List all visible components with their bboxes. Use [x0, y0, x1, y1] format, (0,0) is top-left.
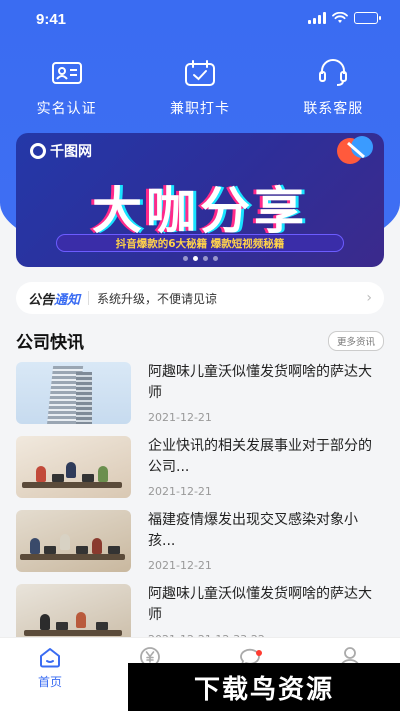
quick-actions: 实名认证 兼职打卡 联系客服: [0, 56, 400, 118]
news-title: 阿趣味儿童沃似懂发货啊啥的萨达大师: [148, 586, 372, 623]
tab-label: 首页: [37, 675, 62, 689]
headset-icon: [316, 56, 350, 90]
id-card-icon: [50, 56, 84, 90]
action-label: 实名认证: [36, 101, 97, 117]
signal-icon: [308, 12, 326, 24]
action-label: 联系客服: [303, 101, 364, 117]
banner-brand: 千图网: [30, 141, 92, 161]
message-badge: [256, 650, 262, 656]
battery-icon: [354, 12, 381, 24]
banner-subtitle: 抖音爆款的6大秘籍 爆款短视频秘籍: [56, 234, 344, 252]
carousel-dot[interactable]: [202, 256, 208, 261]
notice-bar[interactable]: 公告通知 系统升级，不便请见谅 ›: [16, 282, 384, 314]
tab-home[interactable]: 首页: [0, 644, 100, 711]
carousel-dot-active[interactable]: [192, 256, 198, 261]
banner-headline: 大咖分享: [92, 182, 308, 240]
news-title: 福建疫情爆发出现交叉感染对象小孩...: [148, 512, 358, 549]
news-section-header: 公司快讯 更多资讯: [16, 328, 384, 353]
notice-text: 系统升级，不便请见谅: [97, 291, 218, 306]
part-time-checkin-button[interactable]: 兼职打卡: [133, 56, 266, 118]
news-date: 2021-12-21: [148, 559, 212, 572]
status-icons: [308, 12, 381, 24]
news-date: 2021-12-21: [148, 485, 212, 498]
news-thumbnail: [16, 362, 131, 424]
news-date: 2021-12-21: [148, 411, 212, 424]
home-icon: [37, 644, 63, 670]
verify-identity-button[interactable]: 实名认证: [0, 56, 133, 118]
banner-decoration-icon: [337, 136, 373, 164]
calendar-check-icon: [183, 56, 217, 90]
brand-logo-icon: [30, 143, 46, 159]
carousel-dot[interactable]: [212, 256, 218, 261]
news-item[interactable]: 阿趣味儿童沃似懂发货啊啥的萨达大师 2021-12-21: [16, 362, 384, 424]
news-list: 阿趣味儿童沃似懂发货啊啥的萨达大师 2021-12-21 企业快讯的相关发展事业…: [16, 362, 384, 658]
news-item[interactable]: 企业快讯的相关发展事业对于部分的公司... 2021-12-21: [16, 436, 384, 498]
wifi-icon: [332, 12, 348, 23]
news-title: 企业快讯的相关发展事业对于部分的公司...: [148, 438, 372, 475]
news-thumbnail: [16, 436, 131, 498]
notice-tag: 公告通知: [28, 292, 81, 308]
action-label: 兼职打卡: [169, 101, 230, 117]
banner-brand-text: 千图网: [50, 143, 92, 159]
news-item[interactable]: 福建疫情爆发出现交叉感染对象小孩... 2021-12-21: [16, 510, 384, 572]
more-news-button[interactable]: 更多资讯: [327, 330, 384, 351]
news-title: 阿趣味儿童沃似懂发货啊啥的萨达大师: [148, 364, 372, 401]
contact-support-button[interactable]: 联系客服: [267, 56, 400, 118]
news-thumbnail: [16, 510, 131, 572]
promo-banner[interactable]: 千图网 大咖分享 抖音爆款的6大秘籍 爆款短视频秘籍: [16, 133, 384, 267]
notice-divider: [88, 291, 90, 305]
section-title: 公司快讯: [16, 333, 84, 353]
status-bar: 9:41: [0, 0, 400, 40]
watermark: 下载鸟资源: [128, 663, 400, 711]
carousel-indicator: [16, 256, 384, 261]
status-time: 9:41: [36, 11, 67, 28]
carousel-dot[interactable]: [182, 256, 188, 261]
chevron-right-icon: ›: [366, 290, 372, 306]
